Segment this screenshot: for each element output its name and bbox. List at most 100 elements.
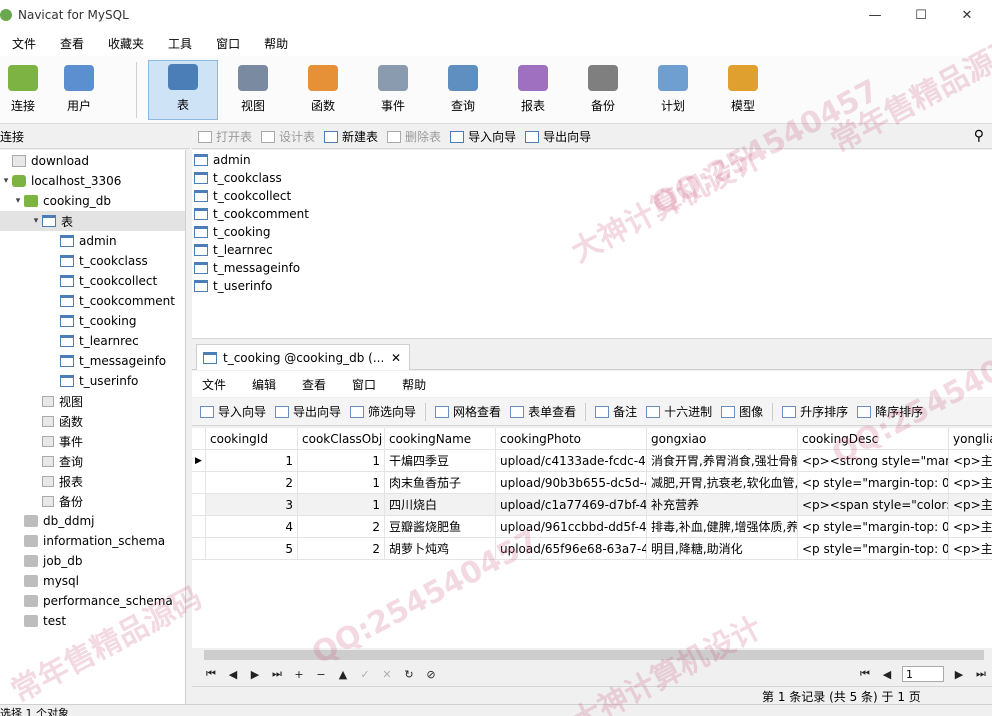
first-page-icon[interactable]: ⏮ [854,667,876,681]
grid-cell[interactable]: 1 [206,450,298,472]
grid-cell[interactable]: upload/961ccbbd-dd5f-4 [496,516,647,538]
tree-item[interactable]: mysql [0,571,185,591]
prev-record-icon[interactable]: ◀ [222,668,244,681]
minimize-icon[interactable]: — [852,0,898,30]
next-page-icon[interactable]: ▶ [948,668,970,681]
grid-cell[interactable]: 3 [206,494,298,516]
caret-icon[interactable]: ▾ [30,216,42,226]
object-toolbar-button-0[interactable]: 打开表 [198,128,252,145]
up-icon[interactable]: ▲ [332,668,354,681]
refresh-icon[interactable]: ↻ [398,668,420,681]
tree-item[interactable]: 函数 [0,411,185,431]
object-toolbar-button-4[interactable]: 导入向导 [450,128,516,145]
grid-cell[interactable]: 2 [206,472,298,494]
grid-cell[interactable]: 豆瓣酱烧肥鱼 [385,516,496,538]
menu-item-3[interactable]: 工具 [156,35,204,52]
cancel-icon[interactable]: ✕ [376,668,398,681]
close-icon[interactable]: ✕ [944,0,990,30]
column-header[interactable]: yonglia [949,428,992,450]
tree-item[interactable]: 备份 [0,491,185,511]
next-record-icon[interactable]: ▶ [244,668,266,681]
menu-item-1[interactable]: 查看 [48,35,96,52]
tree-item[interactable]: 查询 [0,451,185,471]
grid-cell[interactable]: 1 [298,472,385,494]
last-record-icon[interactable]: ⏭ [266,667,288,681]
horizontal-scrollbar[interactable] [196,648,992,662]
grid-cell[interactable]: 消食开胃,养胃消食,强壮骨骼 [647,450,798,472]
tree-item[interactable]: ▾ 表 [0,211,185,231]
sub-toolbar-button-3[interactable]: 网格查看 [435,403,501,420]
row-indicator[interactable] [192,472,206,494]
apply-icon[interactable]: ✓ [354,668,376,681]
tree-item[interactable]: t_learnrec [0,331,185,351]
grid-cell[interactable]: <p style="margin-top: 0p [798,516,949,538]
prev-page-icon[interactable]: ◀ [876,668,898,681]
grid-cell[interactable]: 肉末鱼香茄子 [385,472,496,494]
sub-toolbar-button-8[interactable]: 升序排序 [782,403,848,420]
sub-toolbar-button-7[interactable]: 图像 [721,403,763,420]
row-indicator[interactable] [192,516,206,538]
toolbar-button-8[interactable]: 备份 [568,60,638,120]
sub-toolbar-button-1[interactable]: 导出向导 [275,403,341,420]
add-record-icon[interactable]: + [288,668,310,681]
sub-menu-item-0[interactable]: 文件 [192,376,235,393]
grid-cell[interactable]: upload/c1a77469-d7bf-4 [496,494,647,516]
toolbar-button-6[interactable]: 查询 [428,60,498,120]
column-header[interactable]: cookingName [385,428,496,450]
grid-cell[interactable]: 干煸四季豆 [385,450,496,472]
table-list-item[interactable]: t_cookcollect [194,187,291,205]
grid-cell[interactable]: <p>主 [949,450,992,472]
tree-item[interactable]: 报表 [0,471,185,491]
tree-item[interactable]: t_messageinfo [0,351,185,371]
row-indicator[interactable] [192,538,206,560]
tree-item[interactable]: t_userinfo [0,371,185,391]
grid-cell[interactable]: 1 [298,450,385,472]
toolbar-button-2[interactable]: 表 [148,60,218,120]
search-icon[interactable]: ⚲ [974,128,984,144]
table-list-item[interactable]: admin [194,151,251,169]
tab-t-cooking[interactable]: t_cooking @cooking_db (... ✕ [196,344,410,370]
grid-cell[interactable]: 明目,降糖,助消化 [647,538,798,560]
sub-menu-item-2[interactable]: 查看 [292,376,335,393]
sub-menu-item-4[interactable]: 帮助 [392,376,435,393]
menu-item-2[interactable]: 收藏夹 [96,35,156,52]
object-toolbar-button-1[interactable]: 设计表 [261,128,315,145]
scrollbar-thumb[interactable] [204,650,984,660]
grid-cell[interactable]: 补充营养 [647,494,798,516]
object-toolbar-button-2[interactable]: 新建表 [324,128,378,145]
tree-item[interactable]: information_schema [0,531,185,551]
column-header[interactable]: cookClassObj [298,428,385,450]
tree-item[interactable]: job_db [0,551,185,571]
tree-item[interactable]: ▾ cooking_db [0,191,185,211]
grid-cell[interactable]: 1 [298,494,385,516]
column-header[interactable]: gongxiao [647,428,798,450]
tree-item[interactable]: 视图 [0,391,185,411]
grid-cell[interactable]: 5 [206,538,298,560]
tree-item[interactable]: t_cookcomment [0,291,185,311]
last-page-icon[interactable]: ⏭ [970,667,992,681]
column-header[interactable]: cookingId [206,428,298,450]
table-list-item[interactable]: t_userinfo [194,277,272,295]
grid-cell[interactable]: upload/90b3b655-dc5d-4 [496,472,647,494]
column-header[interactable]: cookingDesc [798,428,949,450]
table-list-item[interactable]: t_learnrec [194,241,273,259]
object-toolbar-button-3[interactable]: 删除表 [387,128,441,145]
sub-toolbar-button-0[interactable]: 导入向导 [200,403,266,420]
grid-cell[interactable]: 2 [298,538,385,560]
grid-cell[interactable]: 胡萝卜炖鸡 [385,538,496,560]
toolbar-button-3[interactable]: 视图 [218,60,288,120]
grid-cell[interactable]: <p><span style="color: r [798,494,949,516]
column-header[interactable]: cookingPhoto [496,428,647,450]
object-toolbar-button-5[interactable]: 导出向导 [525,128,591,145]
menu-item-4[interactable]: 窗口 [204,35,252,52]
toolbar-button-1[interactable]: 用户 [44,60,114,120]
grid-cell[interactable]: <p style="margin-top: 0p [798,538,949,560]
tree-item[interactable]: 事件 [0,431,185,451]
menu-item-5[interactable]: 帮助 [252,35,300,52]
table-list-item[interactable]: t_cooking [194,223,271,241]
sub-toolbar-button-9[interactable]: 降序排序 [857,403,923,420]
toolbar-button-5[interactable]: 事件 [358,60,428,120]
tree-item[interactable]: admin [0,231,185,251]
grid-cell[interactable]: <p>主 [949,538,992,560]
sub-menu-item-1[interactable]: 编辑 [242,376,285,393]
